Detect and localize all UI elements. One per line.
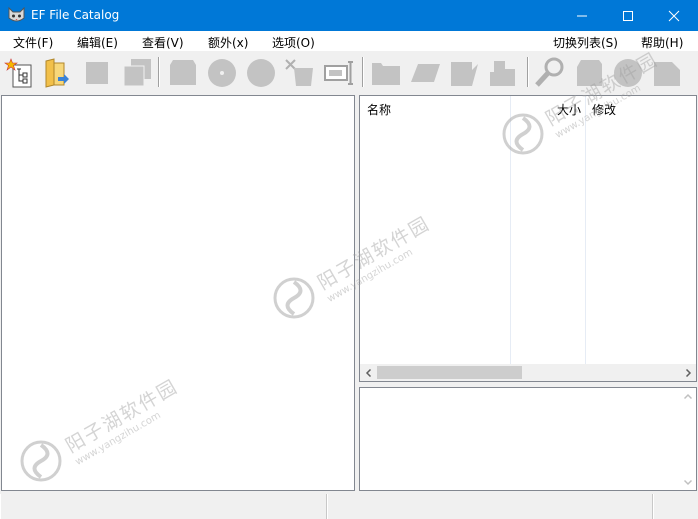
status-panel — [0, 494, 327, 519]
search-button[interactable] — [533, 55, 567, 89]
menu-switch-list[interactable]: 切换列表(S) — [553, 34, 618, 51]
toolbar-separator — [158, 57, 160, 87]
chevron-left-icon — [365, 368, 371, 377]
toolbar-separator — [362, 57, 364, 87]
menu-edit[interactable]: 编辑(E) — [77, 34, 118, 51]
menu-view[interactable]: 查看(V) — [142, 34, 184, 51]
maximize-button[interactable] — [605, 0, 651, 31]
horizontal-scrollbar[interactable] — [360, 364, 696, 381]
minimize-button[interactable] — [559, 0, 605, 31]
square-icon — [86, 62, 108, 84]
menu-extra[interactable]: 额外(x) — [208, 34, 248, 51]
open-button[interactable] — [40, 55, 74, 89]
new-catalog-icon — [4, 58, 32, 88]
toolbar — [0, 51, 698, 93]
tag-icon — [451, 62, 478, 86]
toolbar-button-9[interactable] — [322, 55, 356, 89]
column-size[interactable]: 大小 — [557, 101, 581, 118]
scroll-down-button[interactable] — [679, 473, 696, 490]
card-icon — [324, 61, 353, 85]
toolbar-button-4[interactable] — [120, 55, 154, 89]
folder-icon — [372, 63, 400, 85]
toolbar-button-5[interactable] — [166, 55, 200, 89]
chevron-down-icon — [683, 479, 692, 485]
watermark-logo-icon — [502, 113, 544, 155]
close-icon — [668, 10, 680, 21]
puzzle-icon — [490, 61, 515, 86]
chevron-right-icon — [685, 368, 691, 377]
toolbar-button-8[interactable] — [283, 55, 317, 89]
toolbar-button-17[interactable] — [650, 55, 684, 89]
toolbar-button-3[interactable] — [80, 55, 114, 89]
status-bar — [0, 492, 698, 519]
maximize-icon — [623, 10, 633, 21]
toolbar-button-10[interactable] — [369, 55, 403, 89]
menu-help[interactable]: 帮助(H) — [641, 34, 683, 51]
scroll-left-button[interactable] — [360, 364, 377, 381]
page-icon — [654, 62, 680, 86]
watermark-logo-icon — [20, 440, 62, 482]
menu-options[interactable]: 选项(O) — [272, 34, 315, 51]
menu-file[interactable]: 文件(F) — [13, 34, 53, 51]
cat-app-icon — [8, 7, 25, 22]
search-icon — [535, 57, 564, 87]
circle-icon — [247, 59, 275, 87]
frame-icon — [170, 60, 196, 85]
vertical-scrollbar[interactable] — [679, 388, 696, 490]
scroll-thumb[interactable] — [377, 366, 522, 379]
title-bar: EF File Catalog — [0, 0, 698, 31]
pie-icon — [614, 59, 642, 87]
toolbar-button-12[interactable] — [447, 55, 481, 89]
disc-icon — [208, 59, 236, 87]
toolbar-button-15[interactable] — [572, 55, 606, 89]
toolbar-button-11[interactable] — [408, 55, 442, 89]
column-modified[interactable]: 修改 — [592, 101, 616, 118]
menu-bar: 文件(F) 编辑(E) 查看(V) 额外(x) 选项(O) 切换列表(S) 帮助… — [0, 31, 698, 51]
scroll-up-button[interactable] — [679, 388, 696, 405]
toolbar-button-13[interactable] — [486, 55, 520, 89]
window-title: EF File Catalog — [31, 8, 120, 22]
status-panel — [653, 494, 698, 519]
minimize-icon — [577, 15, 587, 16]
doc-icon — [577, 60, 602, 86]
new-catalog-button[interactable] — [3, 55, 37, 89]
detail-pane[interactable] — [359, 387, 697, 491]
stack-icon — [123, 59, 151, 87]
toolbar-button-16[interactable] — [611, 55, 645, 89]
scissors-icon — [285, 59, 313, 86]
scroll-right-button[interactable] — [679, 364, 696, 381]
slanted-card-icon — [411, 64, 440, 82]
open-folder-icon — [45, 58, 69, 88]
close-button[interactable] — [651, 0, 697, 31]
chevron-up-icon — [683, 393, 692, 399]
toolbar-button-6[interactable] — [205, 55, 239, 89]
toolbar-separator — [527, 57, 529, 87]
status-panel — [327, 494, 653, 519]
toolbar-button-7[interactable] — [244, 55, 278, 89]
column-name[interactable]: 名称 — [367, 101, 391, 118]
watermark-logo-icon — [273, 277, 315, 319]
column-divider — [585, 96, 586, 364]
